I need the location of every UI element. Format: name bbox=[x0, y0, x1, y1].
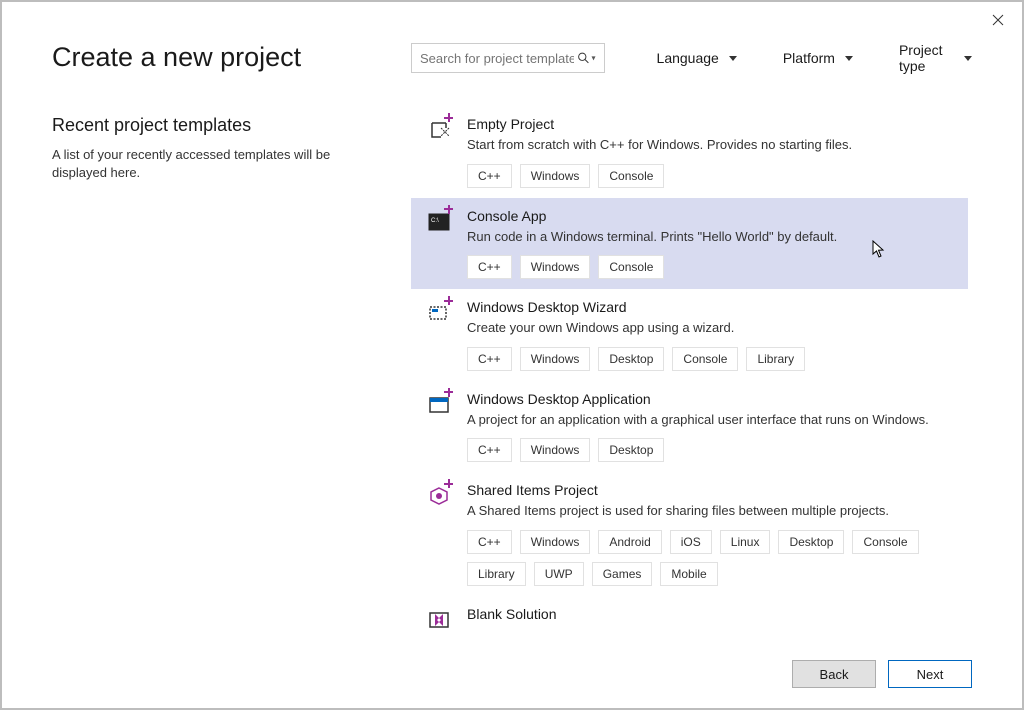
template-name: Console App bbox=[467, 208, 954, 224]
template-body: Shared Items Project A Shared Items proje… bbox=[467, 482, 954, 586]
recent-templates-description: A list of your recently accessed templat… bbox=[52, 146, 352, 182]
template-tag: C++ bbox=[467, 347, 512, 371]
right-column: ▾ Language Platform Project type Empty P… bbox=[411, 42, 972, 628]
filter-label: Platform bbox=[783, 50, 835, 66]
template-tag: UWP bbox=[534, 562, 584, 586]
template-description: Start from scratch with C++ for Windows.… bbox=[467, 136, 954, 154]
template-name: Windows Desktop Wizard bbox=[467, 299, 954, 315]
template-tag: C++ bbox=[467, 438, 512, 462]
filter-label: Language bbox=[657, 50, 719, 66]
recent-templates-heading: Recent project templates bbox=[52, 115, 391, 136]
template-item[interactable]: C:\ Console App Run code in a Windows term… bbox=[411, 198, 968, 290]
template-tag: Mobile bbox=[660, 562, 717, 586]
search-input[interactable] bbox=[412, 44, 604, 72]
chevron-down-icon bbox=[729, 56, 737, 61]
template-name: Blank Solution bbox=[467, 606, 954, 622]
filter-label: Project type bbox=[899, 42, 954, 74]
next-button[interactable]: Next bbox=[888, 660, 972, 688]
template-tag: Windows bbox=[520, 438, 591, 462]
template-item[interactable]: Windows Desktop Wizard Create your own Wi… bbox=[411, 289, 968, 381]
template-description: Run code in a Windows terminal. Prints "… bbox=[467, 228, 954, 246]
page-title: Create a new project bbox=[52, 42, 391, 73]
template-tag: Games bbox=[592, 562, 653, 586]
template-item[interactable]: Empty Project Start from scratch with C++… bbox=[411, 106, 968, 198]
template-description: Create an empty solution containing no p… bbox=[467, 626, 954, 628]
template-tag: Windows bbox=[520, 255, 591, 279]
template-body: Blank Solution Create an empty solution c… bbox=[467, 606, 954, 628]
template-tag: C++ bbox=[467, 255, 512, 279]
template-body: Windows Desktop Wizard Create your own Wi… bbox=[467, 299, 954, 371]
template-tag: Console bbox=[598, 255, 664, 279]
template-tag: Console bbox=[672, 347, 738, 371]
template-item[interactable]: Windows Desktop Application A project for… bbox=[411, 381, 968, 473]
template-name: Shared Items Project bbox=[467, 482, 954, 498]
template-tag: Console bbox=[852, 530, 918, 554]
template-list[interactable]: Empty Project Start from scratch with C++… bbox=[411, 106, 972, 628]
template-tag: Windows bbox=[520, 164, 591, 188]
template-icon bbox=[427, 118, 451, 142]
template-description: Create your own Windows app using a wiza… bbox=[467, 319, 954, 337]
chevron-down-icon bbox=[964, 56, 972, 61]
search-icon: ▾ bbox=[577, 52, 596, 65]
template-item[interactable]: Blank Solution Create an empty solution c… bbox=[411, 596, 968, 628]
template-tag: Console bbox=[598, 164, 664, 188]
template-tag: Desktop bbox=[778, 530, 844, 554]
close-icon bbox=[992, 14, 1004, 26]
search-input-container[interactable]: ▾ bbox=[411, 43, 605, 73]
project-type-filter[interactable]: Project type bbox=[899, 42, 972, 74]
template-body: Windows Desktop Application A project for… bbox=[467, 391, 954, 463]
template-tag: Android bbox=[598, 530, 661, 554]
template-icon bbox=[427, 608, 451, 628]
template-name: Windows Desktop Application bbox=[467, 391, 954, 407]
template-tags: C++ Windows Desktop Console Library bbox=[467, 347, 954, 371]
svg-text:C:\: C:\ bbox=[431, 218, 439, 224]
template-body: Empty Project Start from scratch with C++… bbox=[467, 116, 954, 188]
left-column: Create a new project Recent project temp… bbox=[52, 42, 411, 628]
chevron-down-icon bbox=[845, 56, 853, 61]
template-name: Empty Project bbox=[467, 116, 954, 132]
template-icon bbox=[427, 393, 451, 417]
close-button[interactable] bbox=[988, 10, 1008, 30]
back-button[interactable]: Back bbox=[792, 660, 876, 688]
template-tag: iOS bbox=[670, 530, 712, 554]
template-tags: C++ Windows Android iOS Linux Desktop Console L… bbox=[467, 530, 954, 586]
template-tags: C++ Windows Desktop bbox=[467, 438, 954, 462]
template-icon bbox=[427, 301, 451, 325]
template-description: A project for an application with a grap… bbox=[467, 411, 954, 429]
language-filter[interactable]: Language bbox=[657, 42, 737, 74]
template-icon bbox=[427, 484, 451, 508]
template-tag: Library bbox=[746, 347, 805, 371]
platform-filter[interactable]: Platform bbox=[783, 42, 853, 74]
template-tag: Windows bbox=[520, 530, 591, 554]
template-body: Console App Run code in a Windows termina… bbox=[467, 208, 954, 280]
template-tag: Windows bbox=[520, 347, 591, 371]
template-tag: Desktop bbox=[598, 347, 664, 371]
template-tag: C++ bbox=[467, 530, 512, 554]
template-tags: C++ Windows Console bbox=[467, 164, 954, 188]
template-icon: C:\ bbox=[427, 210, 451, 234]
template-tags: C++ Windows Console bbox=[467, 255, 954, 279]
template-tag: Linux bbox=[720, 530, 771, 554]
template-item[interactable]: Shared Items Project A Shared Items proje… bbox=[411, 472, 968, 596]
template-tag: C++ bbox=[467, 164, 512, 188]
template-description: A Shared Items project is used for shari… bbox=[467, 502, 954, 520]
template-tag: Desktop bbox=[598, 438, 664, 462]
template-tag: Library bbox=[467, 562, 526, 586]
